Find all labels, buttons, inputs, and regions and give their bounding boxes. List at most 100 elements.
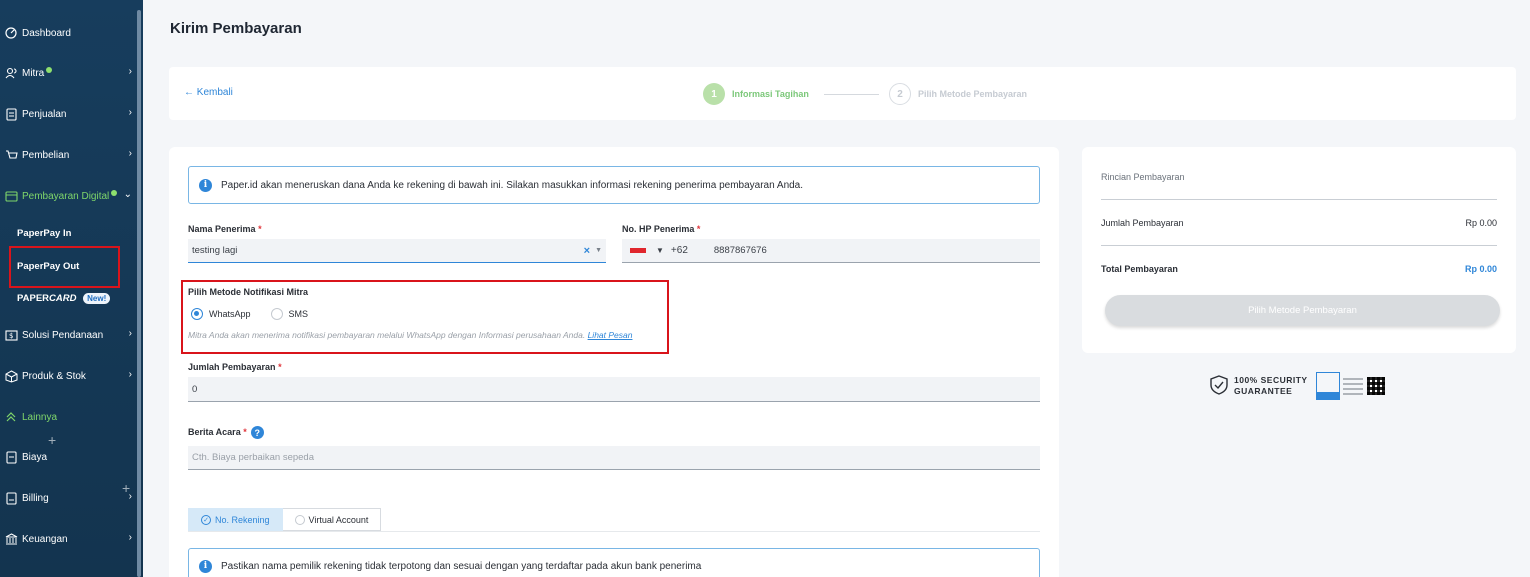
chevrons-up-icon [4,410,18,424]
radio-circle [294,514,305,525]
clear-icon[interactable]: × [584,245,590,257]
security-line: GUARANTEE [1234,386,1293,396]
radio-label: WhatsApp [209,309,251,319]
summary-amount-value: Rp 0.00 [1465,218,1497,228]
sidebar-item-lainnya[interactable]: Lainnya [4,408,134,426]
sidebar-item-label: Keuangan [22,533,68,545]
step-informasi-tagihan: 1 Informasi Tagihan [703,83,809,105]
certification-text [1342,376,1363,396]
sidebar-item-label: Pembayaran Digital [22,190,110,202]
status-dot [111,190,118,196]
required-asterisk: * [243,426,247,437]
tab-virtual-account[interactable]: Virtual Account [282,508,382,531]
tab-label: No. Rekening [215,514,270,525]
chevron-right-icon: › [128,491,132,502]
back-link[interactable]: ← Kembali [184,87,233,98]
caret-down-icon[interactable]: ▼ [595,247,602,254]
funding-icon: $ [4,328,18,342]
status-dot [46,67,53,73]
sidebar-item-keuangan[interactable]: Keuangan › [4,530,134,548]
sidebar-item-label: Mitra [22,67,45,79]
phone-field[interactable]: ▼ +62 8887867676 [622,239,1040,263]
label-text: Nama Penerima [188,224,256,234]
radio-circle[interactable] [270,308,283,320]
sidebar-item-label: Solusi Pendanaan [22,329,104,341]
sidebar-item-penjualan[interactable]: Penjualan › [4,105,134,123]
recipient-name-label: Nama Penerima * [188,224,262,234]
receipt-icon [4,450,18,464]
sidebar-item-pembelian[interactable]: Pembelian › [4,146,134,164]
summary-divider [1101,199,1497,200]
security-line: 100% SECURITY [1234,375,1308,385]
choose-payment-method-button[interactable]: Pilih Metode Pembayaran [1105,295,1500,326]
note-text: Mitra Anda akan menerima notifikasi pemb… [188,330,586,340]
tab-no-rekening[interactable]: ✓ No. Rekening [188,508,283,531]
memo-placeholder: Cth. Biaya perbaikan sepeda [192,452,314,463]
memo-input[interactable]: Cth. Biaya perbaikan sepeda [188,446,1040,470]
summary-total-value: Rp 0.00 [1464,264,1497,274]
chevron-right-icon: › [128,328,132,339]
sidebar-item-billing[interactable]: Billing › [4,489,134,507]
stepper-bar: ← Kembali 1 Informasi Tagihan 2 Pilih Me… [169,67,1516,120]
sidebar-subitem-papercard[interactable]: PAPERCARD New! [17,293,111,304]
phone-value: 8887867676 [713,245,767,256]
sidebar-item-mitra[interactable]: Mitra › [4,64,134,82]
label-text: No. HP Penerima [622,224,695,234]
sidebar-subitem-paperpay-in[interactable]: PaperPay In [17,228,71,239]
indonesia-flag-icon[interactable] [630,248,646,253]
phone-label: No. HP Penerima * [622,224,700,234]
card-icon [4,189,18,203]
chevron-right-icon: › [128,107,132,118]
info-banner: i Paper.id akan meneruskan dana Anda ke … [188,166,1040,204]
svg-text:$: $ [9,332,13,340]
cart-icon [4,148,18,162]
summary-amount-label: Jumlah Pembayaran [1101,218,1184,228]
chevron-right-icon: › [128,532,132,543]
sidebar-scrollbar[interactable] [137,10,141,577]
sidebar-item-label: Penjualan [22,108,67,120]
amount-label: Jumlah Pembayaran * [188,362,282,372]
info-text: Pastikan nama pemilik rekening tidak ter… [221,560,702,572]
chevron-right-icon: › [128,369,132,380]
chevron-right-icon: › [128,66,132,77]
info-icon: i [199,178,212,192]
step-connector [824,94,879,95]
account-info-banner: i Pastikan nama pemilik rekening tidak t… [188,548,1040,577]
memo-label: Berita Acara *? [188,426,264,439]
country-code: +62 [670,245,688,256]
sparkle-decoration: + [48,432,57,448]
sidebar-item-produk-stok[interactable]: Produk & Stok › [4,367,134,385]
required-asterisk: * [696,224,701,234]
sidebar-item-label: Dashboard [22,27,71,39]
label-text: Jumlah Pembayaran [188,362,276,372]
amount-input[interactable]: 0 [188,377,1040,402]
sidebar-item-dashboard[interactable]: Dashboard [4,24,134,42]
radio-sms[interactable]: SMS [270,308,308,320]
billing-icon [4,491,18,505]
people-icon [4,66,18,80]
recipient-name-select[interactable]: testing lagi × ▼ [188,239,606,263]
highlight-box [9,246,120,288]
sidebar-item-pembayaran-digital[interactable]: Pembayaran Digital ⌄ [4,187,134,205]
page-title: Kirim Pembayaran [170,20,302,37]
certification-logo [1315,372,1340,400]
sidebar-item-label: Pembelian [22,149,70,161]
help-icon[interactable]: ? [250,426,264,439]
chevron-right-icon: › [128,148,132,159]
check-circle-icon: ✓ [201,514,211,525]
info-text: Paper.id akan meneruskan dana Anda ke re… [221,179,804,191]
papercard-logo-text: PAPER [17,293,50,304]
view-message-link[interactable]: Lihat Pesan [588,330,633,340]
notif-note: Mitra Anda akan menerima notifikasi pemb… [188,330,632,340]
radio-circle[interactable] [191,308,203,320]
amount-value: 0 [192,383,198,395]
caret-down-icon[interactable]: ▼ [656,246,664,255]
required-asterisk: * [258,224,262,234]
sidebar-item-biaya[interactable]: Biaya [4,448,134,466]
tab-label: Virtual Account [308,514,369,525]
summary-amount-row: Jumlah Pembayaran Rp 0.00 [1101,218,1497,228]
radio-whatsapp[interactable]: WhatsApp [191,308,251,320]
required-asterisk: * [278,362,282,372]
sidebar-item-label: Produk & Stok [22,370,86,382]
sidebar-item-solusi-pendanaan[interactable]: $ Solusi Pendanaan › [4,326,134,344]
